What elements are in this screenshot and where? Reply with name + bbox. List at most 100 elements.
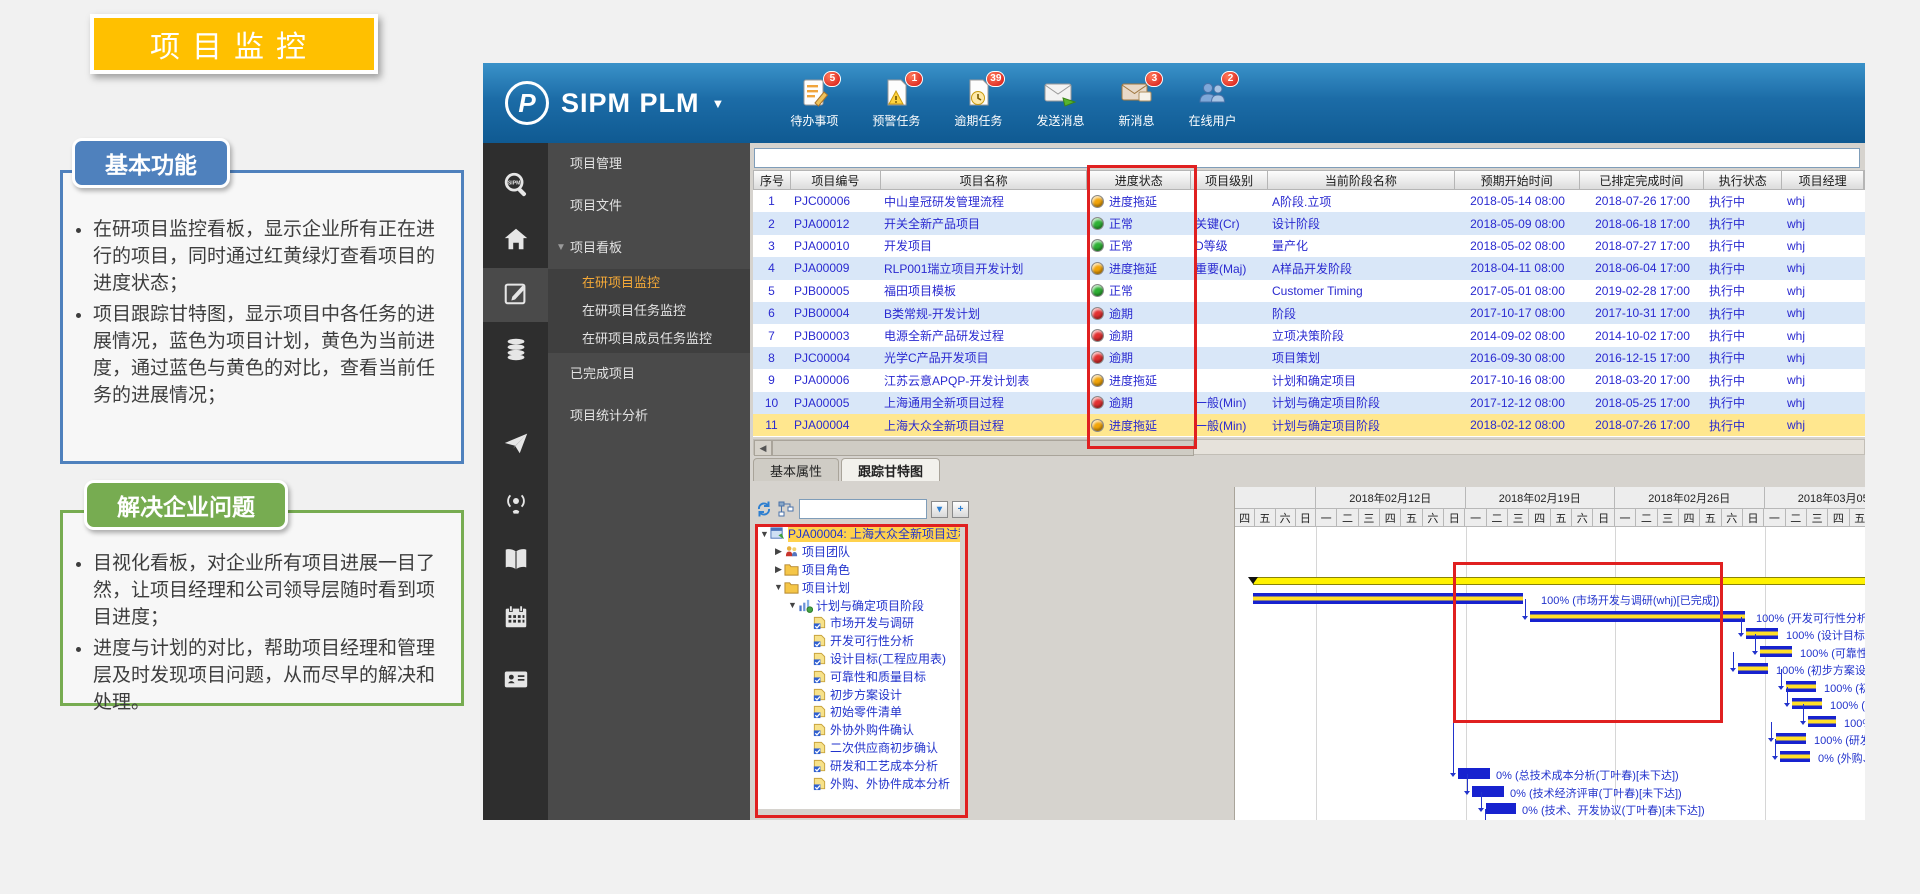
- toolbar-online-users[interactable]: 2在线用户: [1188, 78, 1236, 129]
- rail-item-book[interactable]: [483, 534, 548, 588]
- table-row[interactable]: 3PJA00010开发项目正常D等级量产化2018-05-02 08:00201…: [753, 235, 1865, 257]
- column-header-已排定完成时间[interactable]: 已排定完成时间: [1580, 171, 1705, 189]
- gantt-bar-label: 100% (研发和工艺成本分析(whj)[已完成]): [1814, 732, 1865, 748]
- gantt-summary-bar[interactable]: [1253, 577, 1865, 585]
- tree-expand-icon[interactable]: ▶: [773, 546, 784, 557]
- tree-node[interactable]: 二次供应商初步确认: [756, 739, 960, 757]
- chevron-down-icon[interactable]: ▼: [712, 96, 725, 111]
- gantt-task-bar[interactable]: [1458, 768, 1490, 779]
- cell: RLP001瑞立项目开发计划: [880, 257, 1087, 279]
- toolbar-send-message[interactable]: 发送消息: [1036, 78, 1084, 129]
- table-row[interactable]: 11PJA00004上海大众全新项目过程进度拖延一般(Min)计划与确定项目阶段…: [753, 414, 1865, 436]
- gantt-task-bar[interactable]: [1253, 593, 1523, 604]
- tree-node[interactable]: ▼PJA00004: 上海大众全新项目过程: [756, 525, 960, 543]
- hierarchy-icon[interactable]: [777, 500, 795, 518]
- menu-item-项目文件[interactable]: 项目文件: [548, 185, 750, 227]
- cell: PJA00009: [790, 257, 880, 279]
- tree-collapse-icon[interactable]: ▼: [787, 600, 798, 610]
- cell: A阶段.立项: [1268, 190, 1455, 212]
- tree-expand-icon[interactable]: ▶: [773, 564, 784, 575]
- tree-node[interactable]: 设计目标(工程应用表): [756, 650, 960, 668]
- menu-item-在研项目任务监控[interactable]: 在研项目任务监控: [548, 297, 750, 325]
- gantt-day-cell: 日: [1444, 509, 1465, 527]
- toolbar-warning-task[interactable]: 1预警任务: [872, 78, 920, 129]
- column-header-序号[interactable]: 序号: [754, 171, 791, 189]
- gantt-connector-arrow-icon: [1768, 738, 1774, 742]
- toolbar-overdue-task[interactable]: 39逾期任务: [954, 78, 1002, 129]
- rail-item-sipm-search[interactable]: SIPM: [483, 160, 548, 214]
- tree-node-label: 二次供应商初步确认: [830, 739, 938, 756]
- table-row[interactable]: 1PJC00006中山皇冠研发管理流程进度拖延A阶段.立项2018-05-14 …: [753, 190, 1865, 212]
- menu-item-项目看板[interactable]: ▼项目看板: [548, 227, 750, 269]
- tree-node[interactable]: 初步方案设计: [756, 685, 960, 703]
- column-header-进度状态[interactable]: 进度状态: [1087, 171, 1191, 189]
- refresh-icon[interactable]: [755, 500, 773, 518]
- table-row[interactable]: 9PJA00006江苏云意APQP-开发计划表进度拖延计划和确定项目2017-1…: [753, 369, 1865, 391]
- gantt-task-bar[interactable]: [1780, 751, 1810, 762]
- tree-node[interactable]: 市场开发与调研: [756, 614, 960, 632]
- gantt-task-bar[interactable]: [1530, 611, 1745, 622]
- tab-basic-properties[interactable]: 基本属性: [753, 458, 839, 481]
- menu-item-在研项目成员任务监控[interactable]: 在研项目成员任务监控: [548, 325, 750, 353]
- tree-node[interactable]: 可靠性和质量目标: [756, 667, 960, 685]
- gantt-task-bar[interactable]: [1746, 628, 1778, 639]
- gantt-task-bar[interactable]: [1472, 786, 1504, 797]
- brand[interactable]: P SIPM PLM ▼: [505, 81, 724, 125]
- tree-collapse-icon[interactable]: ▼: [759, 529, 770, 539]
- menu-item-已完成项目[interactable]: 已完成项目: [548, 353, 750, 395]
- gantt-task-bar[interactable]: [1760, 646, 1792, 657]
- table-row[interactable]: 7PJB00003电源全新产品研发过程逾期立项决策阶段2014-09-02 08…: [753, 324, 1865, 346]
- tree-node[interactable]: 外协外购件确认: [756, 721, 960, 739]
- tree-node[interactable]: ▼计划与确定项目阶段: [756, 596, 960, 614]
- gantt-task-bar[interactable]: [1808, 716, 1836, 727]
- column-header-项目级别[interactable]: 项目级别: [1191, 171, 1268, 189]
- column-header-执行状态[interactable]: 执行状态: [1704, 171, 1782, 189]
- column-header-项目编号[interactable]: 项目编号: [791, 171, 881, 189]
- rail-item-edit[interactable]: [483, 268, 548, 322]
- gantt-task-bar[interactable]: [1486, 803, 1516, 814]
- scroll-left-button[interactable]: ◀: [754, 440, 772, 456]
- tree-node[interactable]: ▶项目角色: [756, 561, 960, 579]
- cell: whj: [1783, 212, 1865, 234]
- rail-item-broadcast[interactable]: [483, 476, 548, 530]
- expand-node-button[interactable]: +: [952, 501, 969, 518]
- table-row[interactable]: 2PJA00012开关全新产品项目正常关键(Cr)设计阶段2018-05-09 …: [753, 212, 1865, 234]
- menu-item-在研项目监控[interactable]: 在研项目监控: [548, 269, 750, 297]
- menu-item-项目管理[interactable]: 项目管理: [548, 143, 750, 185]
- locate-node-button[interactable]: ▾: [931, 501, 948, 518]
- tree-node[interactable]: ▼项目计划: [756, 578, 960, 596]
- tree-node[interactable]: 研发和工艺成本分析: [756, 756, 960, 774]
- toolbar-todo-list[interactable]: 5待办事项: [790, 78, 838, 129]
- tree-node[interactable]: ▶项目团队: [756, 543, 960, 561]
- rail-item-database[interactable]: [483, 324, 548, 378]
- rail-item-calendar[interactable]: [483, 592, 548, 646]
- scrollbar-thumb[interactable]: [772, 440, 1194, 456]
- toolbar-new-message[interactable]: 3新消息: [1118, 78, 1154, 129]
- rail-item-send-plane[interactable]: [483, 418, 548, 472]
- column-header-项目名称[interactable]: 项目名称: [881, 171, 1088, 189]
- table-row[interactable]: 10PJA00005上海通用全新项目过程逾期一般(Min)计划与确定项目阶段20…: [753, 392, 1865, 414]
- tree-collapse-icon[interactable]: ▼: [773, 582, 784, 592]
- gantt-task-bar[interactable]: [1786, 681, 1816, 692]
- table-row[interactable]: 5PJB00005福田项目模板正常Customer Timing2017-05-…: [753, 280, 1865, 302]
- tree-node[interactable]: 外购、外协件成本分析: [756, 774, 960, 792]
- column-header-预期开始时间[interactable]: 预期开始时间: [1455, 171, 1580, 189]
- gantt-task-bar[interactable]: [1792, 698, 1822, 709]
- horizontal-scrollbar[interactable]: ◀: [753, 439, 1865, 455]
- menu-item-项目统计分析[interactable]: 项目统计分析: [548, 395, 750, 437]
- table-row[interactable]: 4PJA00009RLP001瑞立项目开发计划进度拖延重要(Maj)A样品开发阶…: [753, 257, 1865, 279]
- rail-item-id-card[interactable]: [483, 654, 548, 708]
- tree-node[interactable]: 开发可行性分析: [756, 632, 960, 650]
- table-filter-input[interactable]: [754, 148, 1860, 168]
- tree-node[interactable]: 初始零件清单: [756, 703, 960, 721]
- tab-tracking-gantt[interactable]: 跟踪甘特图: [841, 458, 940, 481]
- gantt-task-bar[interactable]: [1738, 663, 1768, 674]
- table-row[interactable]: 6PJB00004B类常规-开发计划逾期阶段2017-10-17 08:0020…: [753, 302, 1865, 324]
- rail-item-home[interactable]: [483, 214, 548, 268]
- gantt-task-bar[interactable]: [1776, 733, 1806, 744]
- tree-search-input[interactable]: [799, 499, 927, 519]
- column-header-当前阶段名称[interactable]: 当前阶段名称: [1268, 171, 1455, 189]
- toolbar-label: 在线用户: [1188, 112, 1236, 129]
- column-header-项目经理[interactable]: 项目经理: [1782, 171, 1864, 189]
- table-row[interactable]: 8PJC00004光学C产品开发项目逾期项目策划2016-09-30 08:00…: [753, 347, 1865, 369]
